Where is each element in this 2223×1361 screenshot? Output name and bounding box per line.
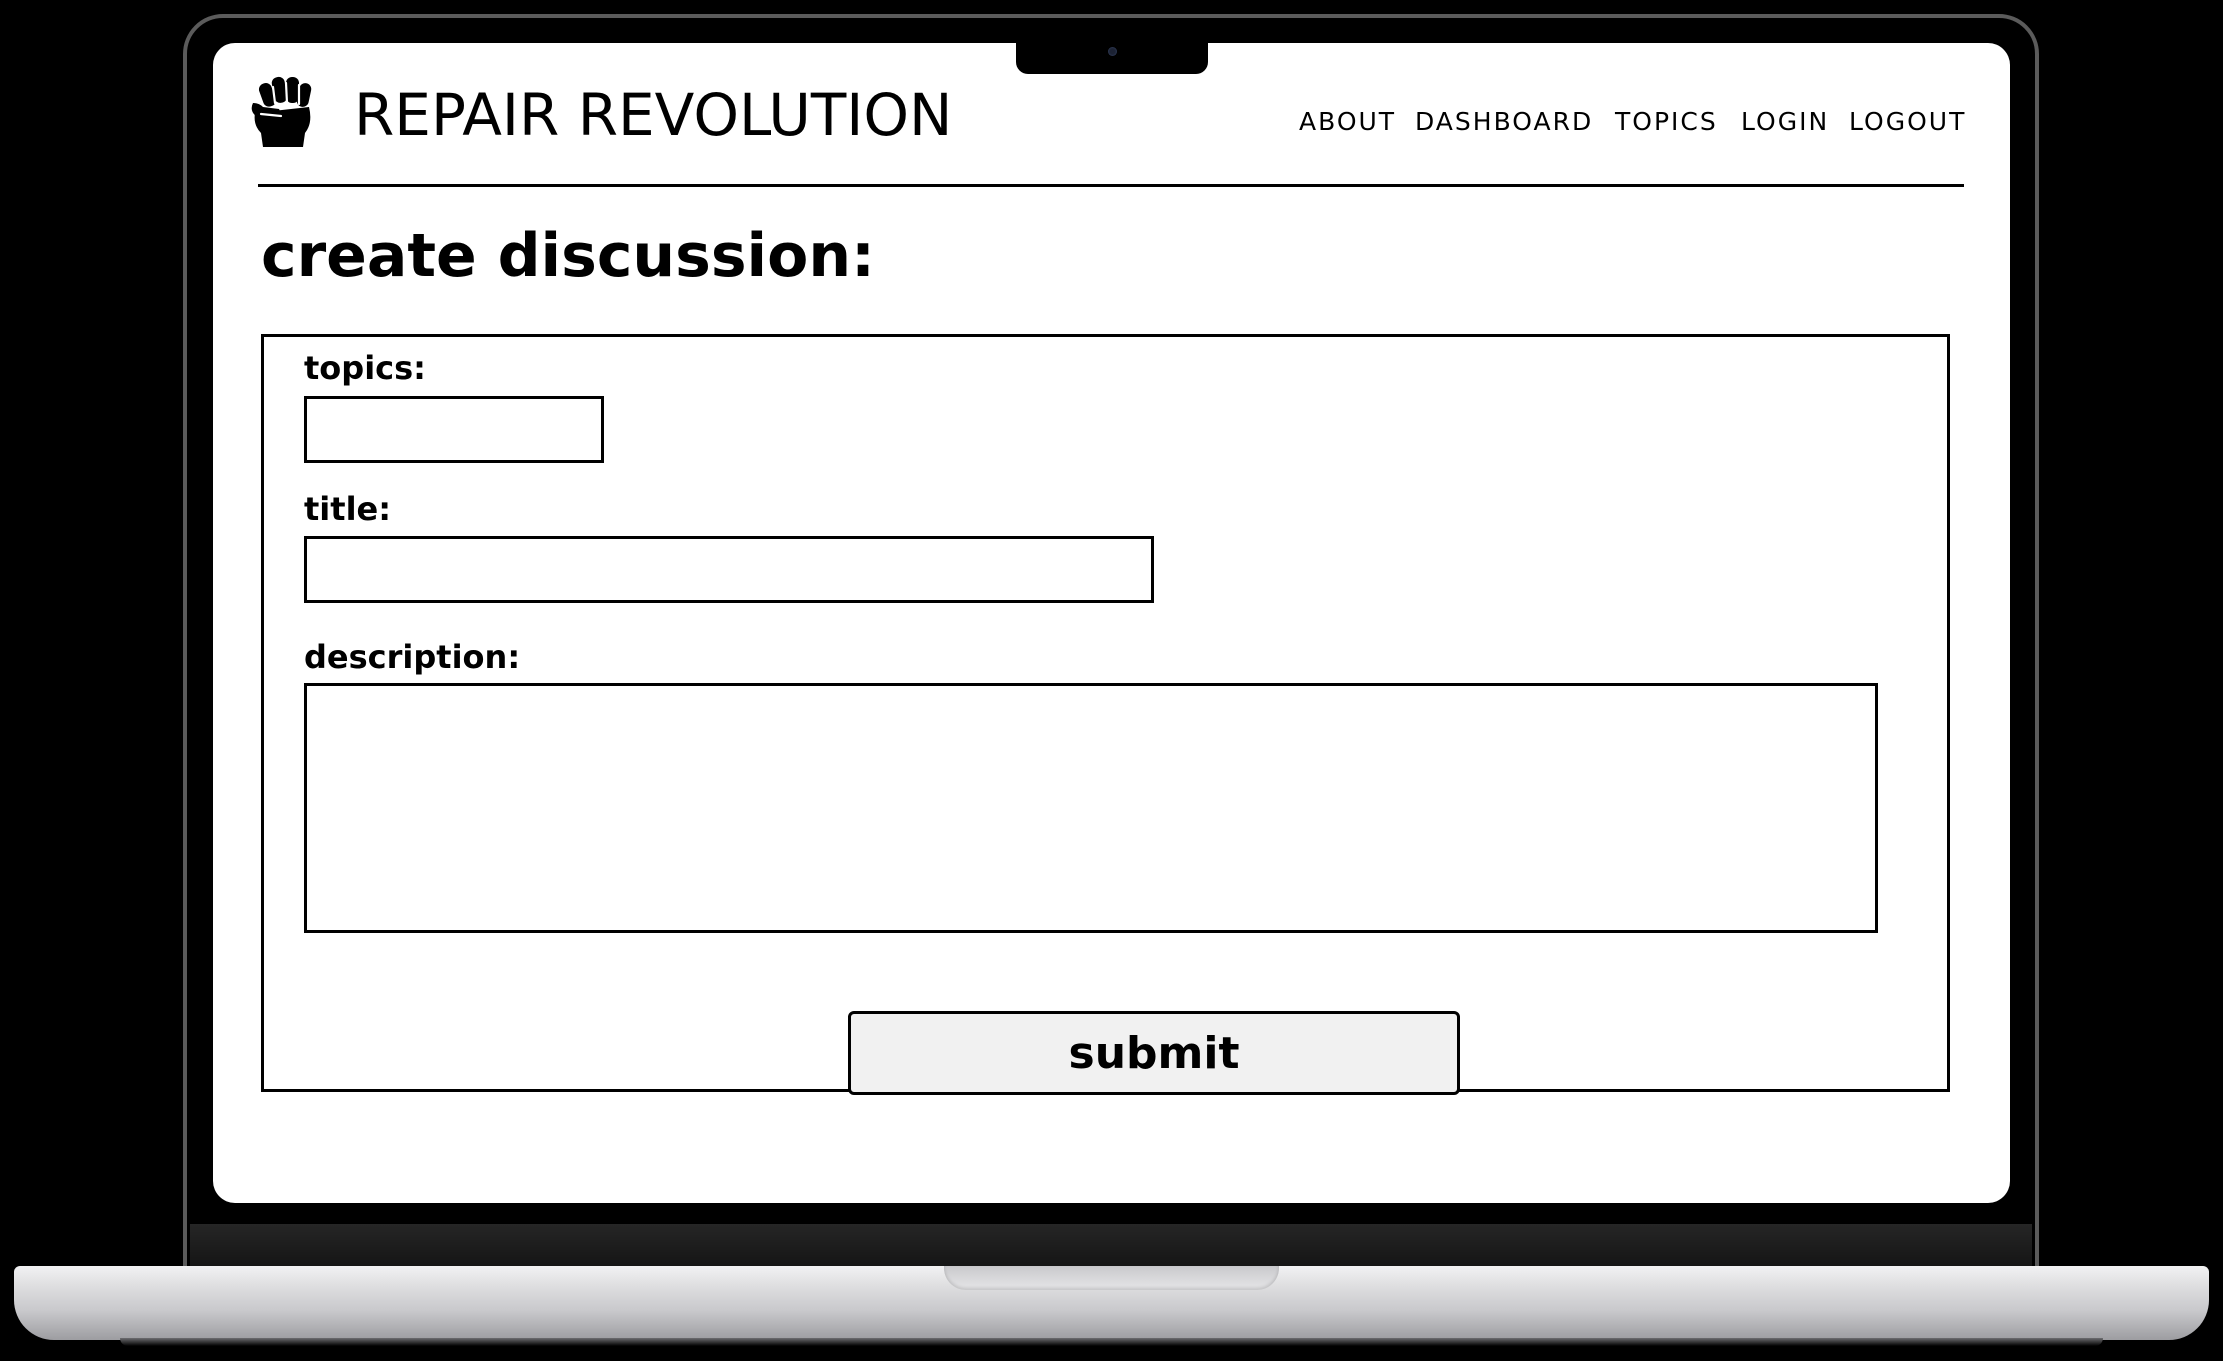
topics-input[interactable] [304,396,604,463]
description-textarea[interactable] [304,683,1878,933]
title-label: title: [304,490,392,528]
nav-login[interactable]: LOGIN [1741,107,1829,136]
browser-screen: REPAIR REVOLUTION ABOUT DASHBOARD TOPICS… [213,43,2010,1203]
page-title: create discussion: [261,221,876,291]
topics-label: topics: [304,349,426,387]
laptop-opening-notch [944,1266,1279,1290]
nav-dashboard[interactable]: DASHBOARD [1415,107,1593,136]
laptop-base-shadow [120,1338,2103,1346]
laptop-chin [190,1224,2032,1266]
title-input[interactable] [304,536,1154,603]
camera-icon [1108,47,1117,56]
main-nav: ABOUT DASHBOARD TOPICS LOGIN LOGOUT [213,107,2010,147]
description-label: description: [304,638,521,676]
camera-notch [1016,40,1208,74]
laptop-mockup: REPAIR REVOLUTION ABOUT DASHBOARD TOPICS… [0,0,2223,1361]
header-divider [258,184,1964,187]
nav-about[interactable]: ABOUT [1299,107,1396,136]
nav-topics[interactable]: TOPICS [1615,107,1718,136]
submit-button[interactable]: submit [848,1011,1460,1095]
create-discussion-form: topics: title: description: submit [261,334,1950,1095]
nav-logout[interactable]: LOGOUT [1849,107,1966,136]
